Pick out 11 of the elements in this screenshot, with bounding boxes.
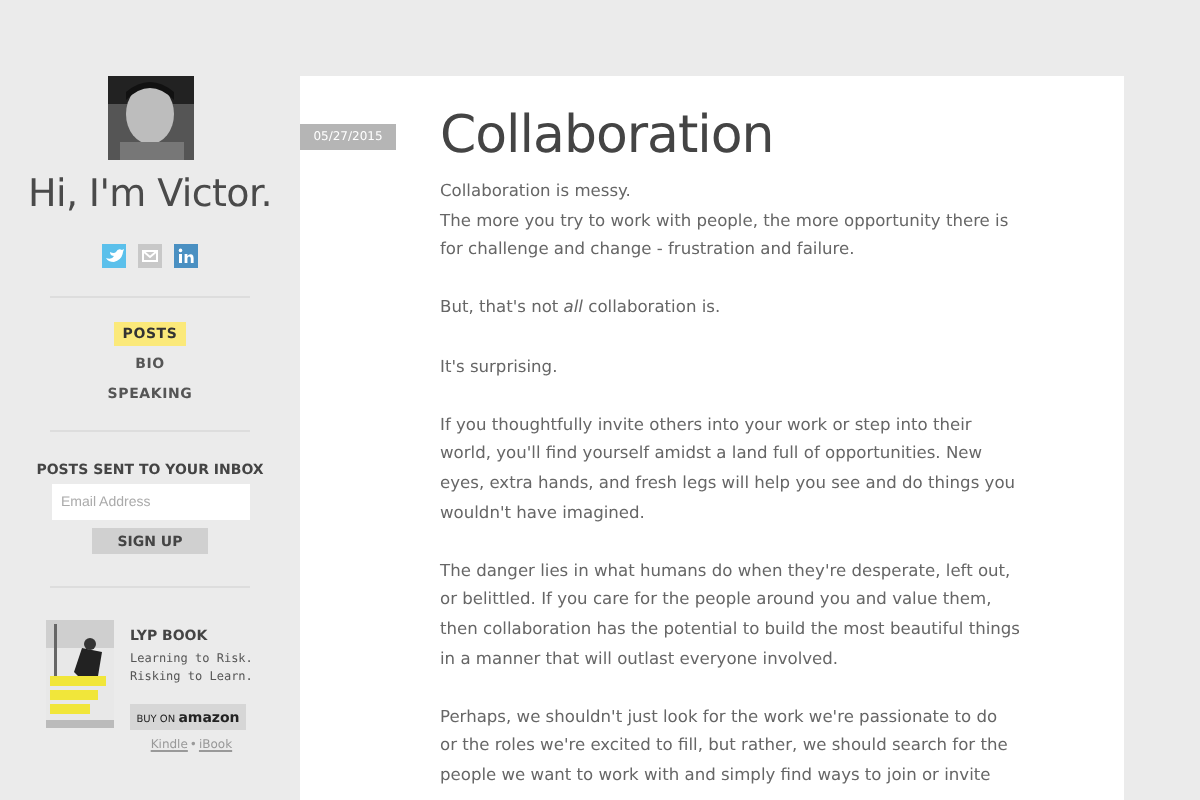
post-title: Collaboration bbox=[440, 106, 776, 166]
post-paragraph: But, that's not all collaboration is. bbox=[440, 294, 723, 321]
post-paragraph: Perhaps, we shouldn't just look for the work we're passionate to do or the roles we're excited to fill, but rather, we should search for the people we want to work with and simply find ways to join or invite bbox=[440, 703, 1010, 788]
greeting-heading: Hi, I'm Victor. bbox=[27, 172, 272, 216]
email-icon[interactable] bbox=[138, 244, 162, 268]
linkedin-icon[interactable] bbox=[174, 244, 198, 268]
post-paragraph: It's surprising. bbox=[440, 353, 560, 380]
post-paragraph: Collaboration is messy. The more you try to work with people, the more opportunity there is for challenge and change - frustration and failure. bbox=[440, 178, 1011, 263]
post-paragraph: The danger lies in what humans do when they're desperate, left out, or belittled. If you care for the people around you and value them, then collaboration has the potential to build the most beautiful things in a manner that will outlast everyone involved. bbox=[440, 557, 1023, 672]
twitter-icon[interactable] bbox=[102, 244, 126, 268]
post-paragraph: If you thoughtfully invite others into your work or step into their world, you'll find yourself amidst a land full of opportunities. New eyes, extra hands, and fresh legs will help you see and do things you wouldn't have imagined. bbox=[440, 411, 1018, 526]
